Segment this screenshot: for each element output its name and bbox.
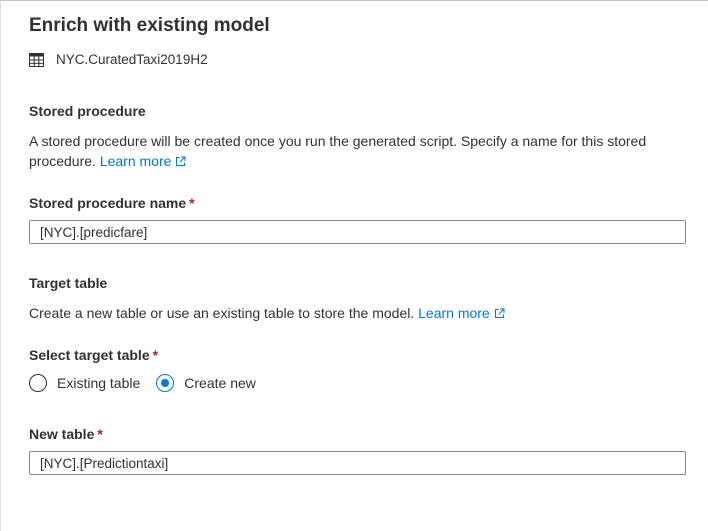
external-link-icon (494, 308, 505, 318)
target-table-description-text: Create a new table or use an existing ta… (29, 305, 415, 321)
new-table-label: New table * (29, 426, 103, 442)
dataset-reference: NYC.CuratedTaxi2019H2 (29, 52, 208, 67)
target-table-learn-more-link[interactable]: Learn more (418, 305, 505, 321)
radio-existing-table-label: Existing table (57, 375, 141, 391)
target-table-description: Create a new table or use an existing ta… (29, 303, 689, 323)
enrich-panel: Enrich with existing model NYC.CuratedTa… (0, 0, 708, 531)
new-table-input[interactable] (29, 451, 686, 475)
stored-procedure-heading: Stored procedure (29, 103, 146, 119)
radio-existing-table[interactable]: Existing table (29, 374, 140, 392)
radio-create-new-label: Create new (184, 375, 256, 391)
radio-circle-checked[interactable] (156, 374, 175, 392)
target-table-radio-group: Existing table Create new (29, 374, 272, 392)
radio-circle-unchecked[interactable] (29, 374, 47, 392)
stored-procedure-name-label: Stored procedure name * (29, 195, 195, 211)
external-link-icon (176, 156, 186, 166)
stored-procedure-name-input[interactable] (29, 220, 686, 244)
stored-procedure-description: A stored procedure will be created once … (29, 131, 689, 171)
required-marker: * (97, 426, 103, 442)
panel-title: Enrich with existing model (29, 15, 270, 36)
required-marker: * (152, 347, 159, 363)
dataset-name: NYC.CuratedTaxi2019H2 (56, 52, 208, 67)
stored-procedure-learn-more-link[interactable]: Learn more (100, 153, 187, 169)
target-table-heading: Target table (29, 275, 108, 291)
select-target-table-label: Select target table * (29, 347, 159, 363)
table-icon (29, 52, 44, 67)
radio-create-new[interactable]: Create new (156, 374, 256, 392)
required-marker: * (189, 195, 195, 211)
